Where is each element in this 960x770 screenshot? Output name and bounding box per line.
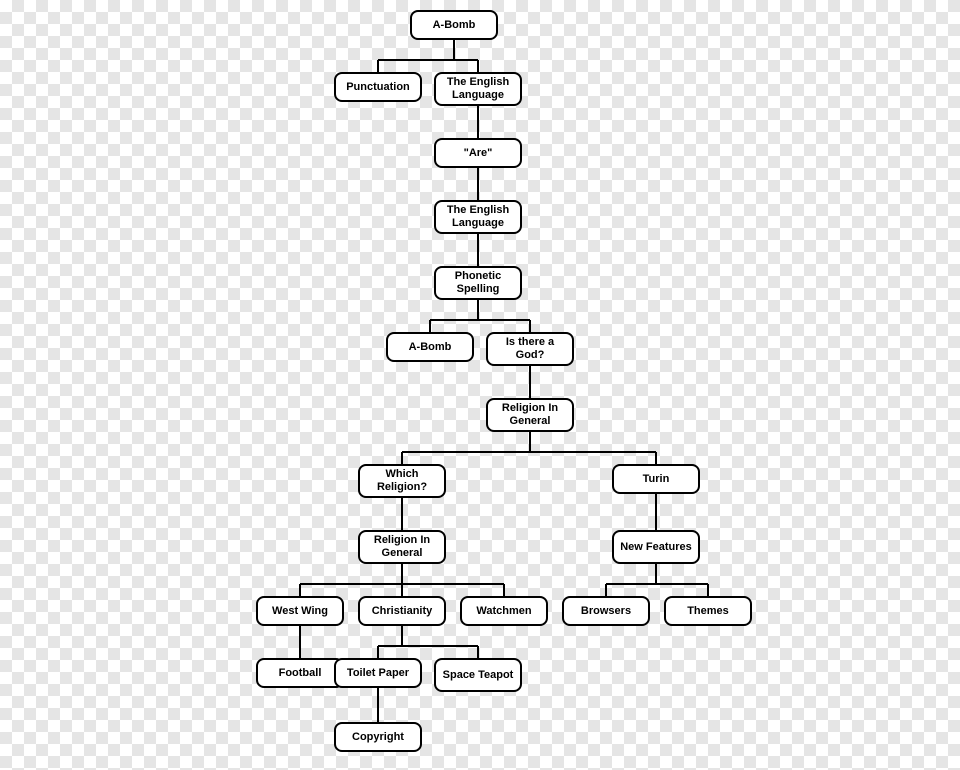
node-n5: Phonetic Spelling [434, 266, 522, 300]
node-n16: Browsers [562, 596, 650, 626]
node-n21: Copyright [334, 722, 422, 752]
node-n13: West Wing [256, 596, 344, 626]
node-n6: A-Bomb [386, 332, 474, 362]
node-n20: Space Teapot [434, 658, 522, 692]
connector-lines [0, 0, 960, 770]
node-n4: The English Language [434, 200, 522, 234]
node-n11: Religion In General [358, 530, 446, 564]
node-n7: Is there a God? [486, 332, 574, 366]
node-n10: Turin [612, 464, 700, 494]
node-n19: Toilet Paper [334, 658, 422, 688]
node-n9: Which Religion? [358, 464, 446, 498]
node-n18: Football [256, 658, 344, 688]
node-n12: New Features [612, 530, 700, 564]
node-n17: Themes [664, 596, 752, 626]
node-n2: The English Language [434, 72, 522, 106]
node-n3: "Are" [434, 138, 522, 168]
node-n14: Christianity [358, 596, 446, 626]
node-n0: A-Bomb [410, 10, 498, 40]
node-n15: Watchmen [460, 596, 548, 626]
node-n8: Religion In General [486, 398, 574, 432]
node-n1: Punctuation [334, 72, 422, 102]
